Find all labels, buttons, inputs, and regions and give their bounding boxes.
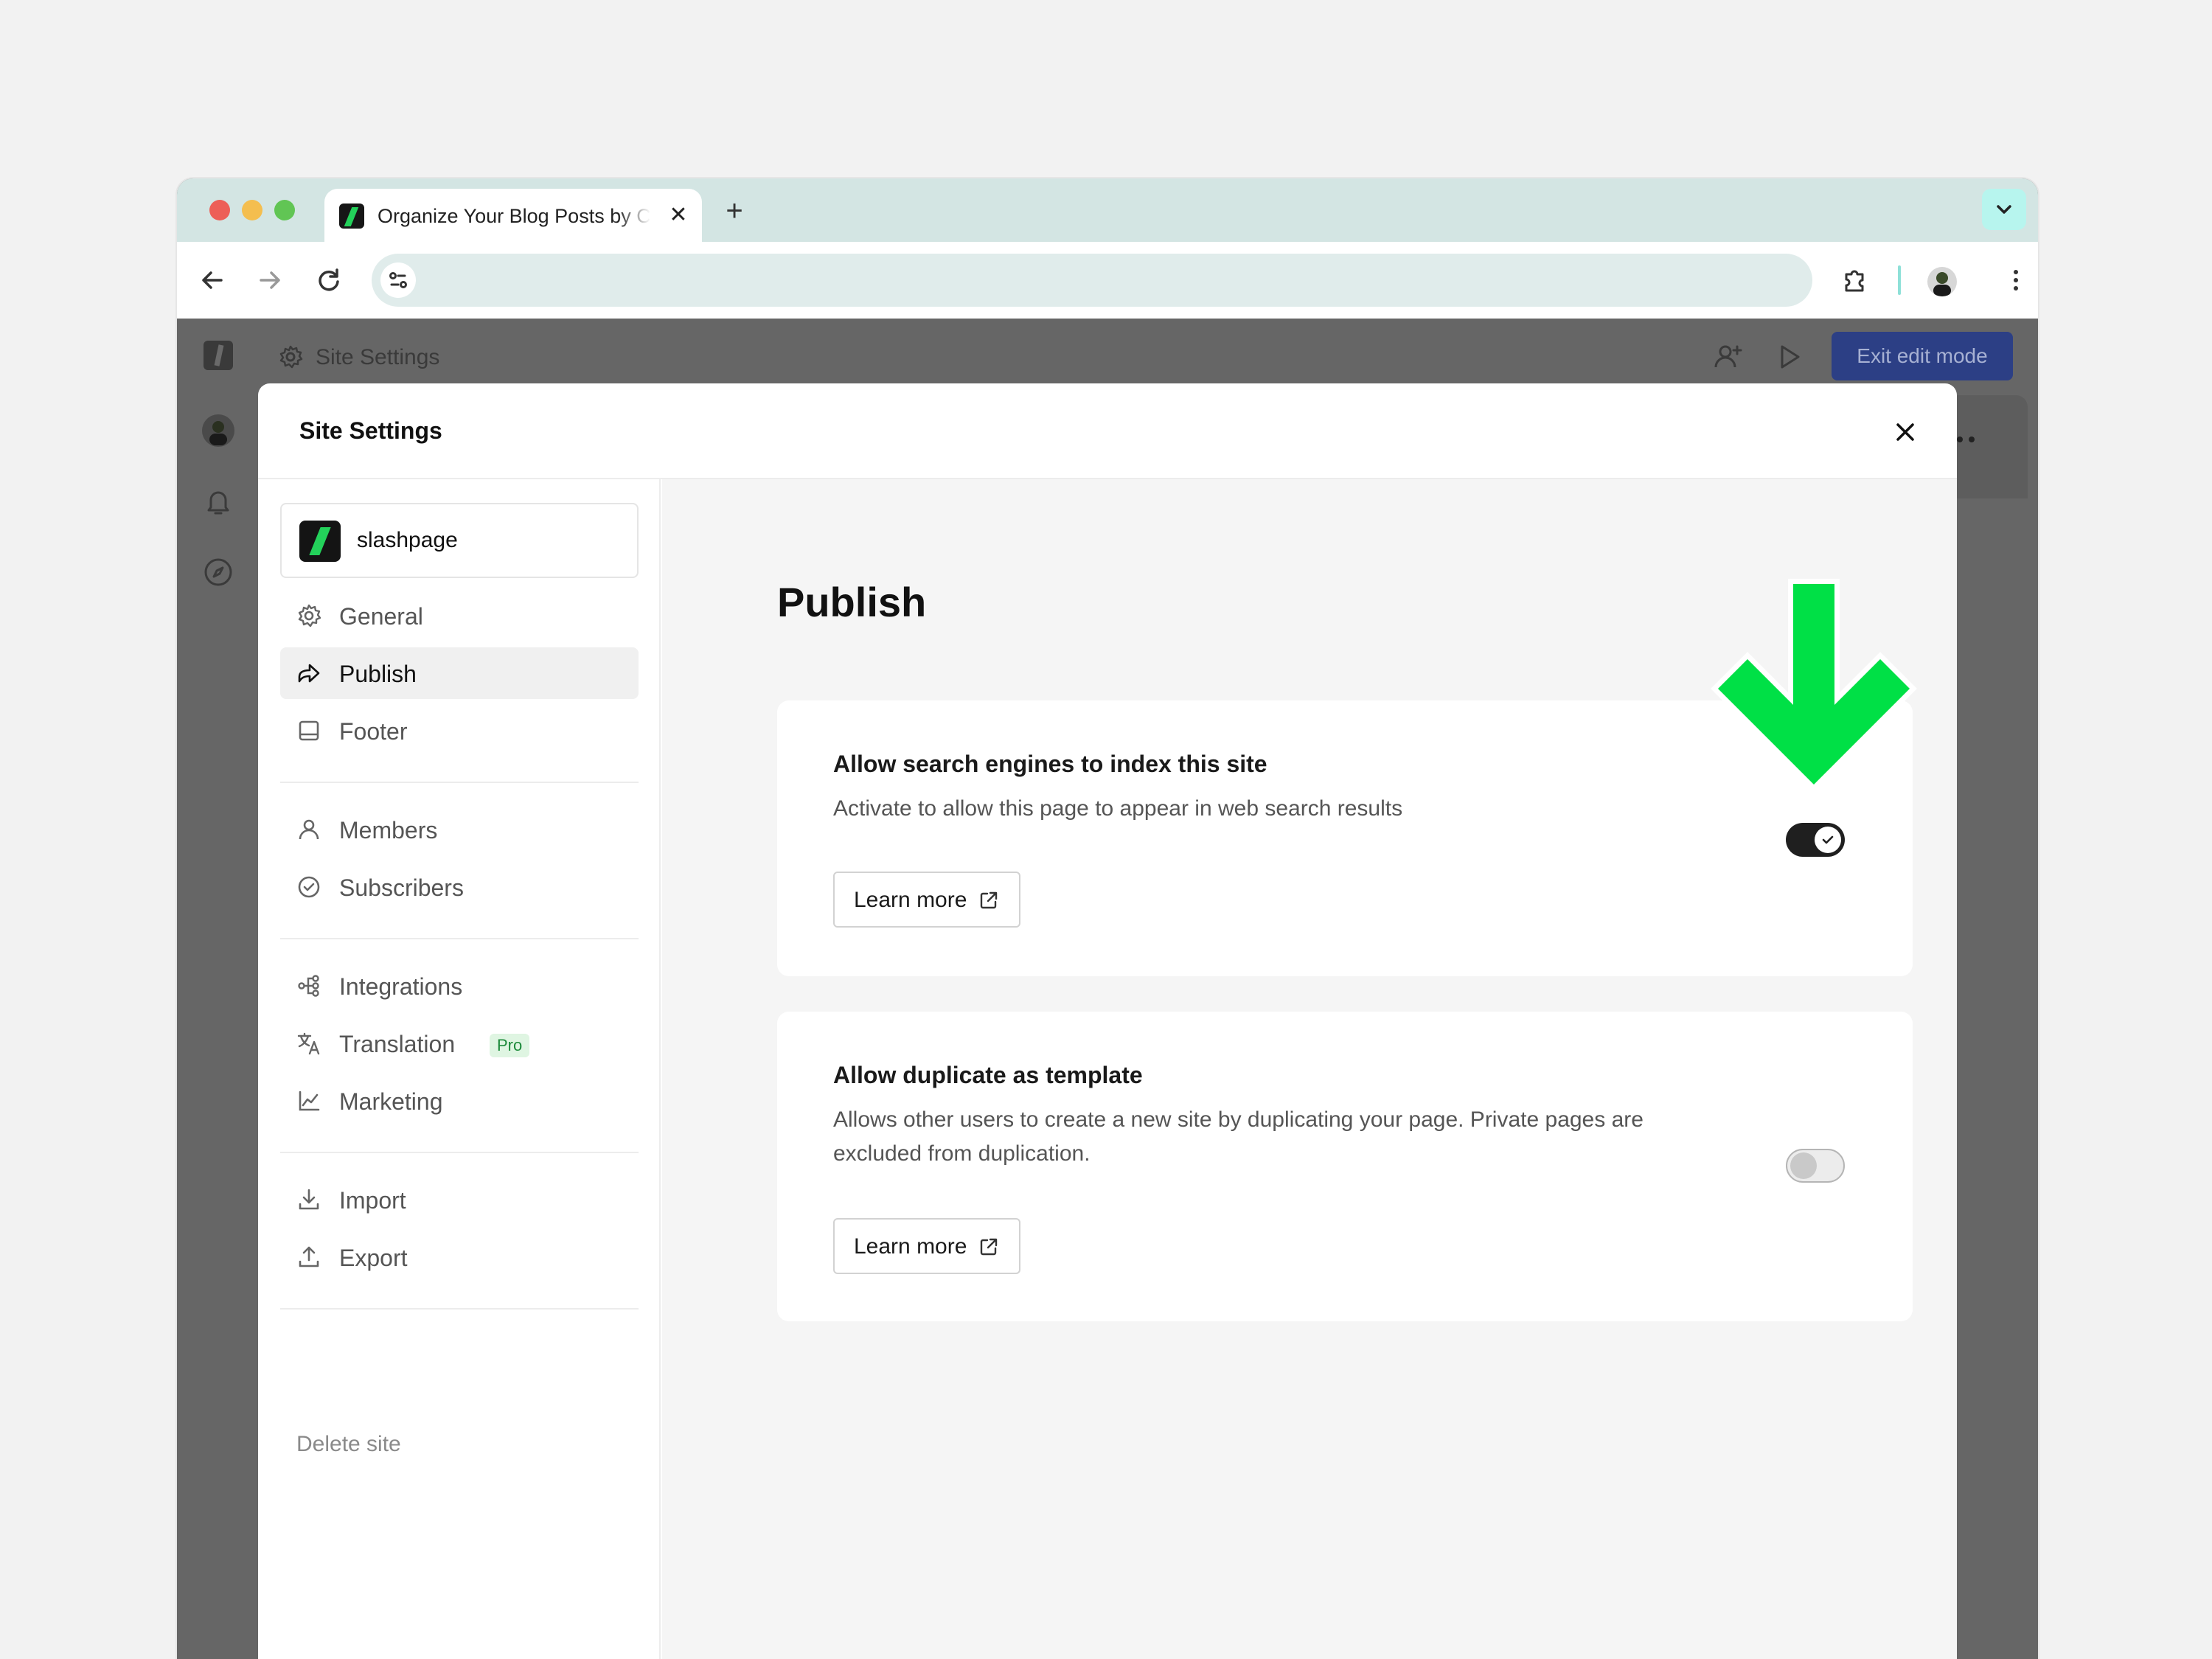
slashpage-favicon-icon	[339, 204, 364, 229]
translate-icon	[297, 1032, 320, 1055]
setting-title: Allow duplicate as template	[833, 1062, 1143, 1088]
sidebar-item-integrations[interactable]: Integrations	[280, 960, 639, 1012]
header-title: Site Settings	[316, 345, 440, 369]
sidebar-item-export[interactable]: Export	[280, 1231, 639, 1283]
sidebar-item-members[interactable]: Members	[280, 804, 639, 855]
sidebar-item-label: Publish	[339, 661, 417, 687]
play-icon[interactable]	[1773, 341, 1805, 373]
toggle-knob	[1815, 827, 1841, 853]
modal-header: Site Settings	[258, 383, 1957, 479]
background-page-card	[1947, 395, 2028, 498]
upload-icon	[299, 1246, 319, 1267]
external-link-icon	[980, 1238, 998, 1256]
duplicate-template-toggle[interactable]	[1786, 1149, 1845, 1183]
add-person-icon[interactable]	[1712, 341, 1745, 373]
settings-sidebar: slashpage General Publish Footer Members…	[258, 479, 661, 1659]
site-info-button[interactable]	[380, 262, 416, 298]
close-icon[interactable]	[1889, 416, 1921, 448]
learn-more-button[interactable]: Learn more	[833, 872, 1020, 928]
setting-description: Activate to allow this page to appear in…	[833, 796, 1403, 821]
sidebar-divider	[280, 1308, 639, 1310]
chevron-down-icon	[1997, 205, 2011, 214]
sidebar-item-subscribers[interactable]: Subscribers	[280, 861, 639, 913]
close-window-button[interactable]	[209, 200, 230, 220]
toggle-knob	[1790, 1152, 1817, 1179]
sidebar-item-label: Translation	[339, 1031, 456, 1057]
download-icon	[299, 1189, 319, 1210]
external-link-icon	[980, 891, 998, 909]
address-bar[interactable]	[372, 254, 1812, 307]
check-icon	[1822, 835, 1834, 844]
sidebar-item-label: Integrations	[339, 973, 463, 1000]
modal-title: Site Settings	[299, 417, 442, 444]
duplicate-template-setting-card: Allow duplicate as template Allows other…	[777, 1012, 1913, 1321]
integrations-icon	[298, 975, 319, 997]
check-circle-icon	[298, 876, 320, 898]
forward-arrow-icon[interactable]	[254, 264, 286, 296]
sidebar-item-translation[interactable]: Translation Pro	[280, 1018, 639, 1069]
tab-title: Organize Your Blog Posts by Category	[378, 205, 650, 227]
tab-search-button[interactable]	[1982, 189, 2026, 230]
footer-layout-icon	[299, 720, 319, 741]
setting-description: Allows other users to create a new site …	[833, 1107, 1644, 1166]
more-vertical-icon[interactable]	[2000, 264, 2032, 296]
sidebar-item-label: General	[339, 603, 423, 630]
sidebar-item-label: Footer	[339, 718, 408, 745]
slashpage-logo-icon	[299, 521, 341, 562]
tab-strip: Organize Your Blog Posts by Category ✕ +	[177, 178, 2038, 242]
delete-site-link[interactable]: Delete site	[296, 1432, 401, 1457]
site-settings-modal: Site Settings slashpage General Publish …	[258, 383, 1957, 1659]
site-selector[interactable]: slashpage	[280, 503, 639, 578]
sidebar-divider	[280, 782, 639, 783]
pro-badge: Pro	[490, 1034, 530, 1057]
page-title: Publish	[777, 579, 927, 625]
avatar-icon	[1933, 272, 1951, 296]
sidebar-item-label: Members	[339, 817, 438, 844]
extensions-puzzle-icon[interactable]	[1839, 264, 1871, 296]
learn-more-label: Learn more	[854, 888, 967, 912]
slashpage-logo-icon[interactable]	[201, 338, 236, 373]
sidebar-item-import[interactable]: Import	[280, 1174, 639, 1225]
person-icon	[299, 819, 319, 840]
tab-close-icon[interactable]: ✕	[665, 202, 692, 229]
browser-toolbar	[177, 242, 2038, 319]
setting-title: Allow search engines to index this site	[833, 751, 1267, 777]
gear-icon	[298, 604, 321, 627]
learn-more-button[interactable]: Learn more	[833, 1218, 1020, 1274]
maximize-window-button[interactable]	[274, 200, 295, 220]
sidebar-divider	[280, 938, 639, 939]
reload-icon[interactable]	[313, 264, 345, 296]
new-tab-button[interactable]: +	[720, 196, 749, 226]
site-name: slashpage	[357, 528, 458, 552]
tune-icon	[389, 272, 407, 288]
annotation-arrow-down-icon	[1711, 579, 1917, 792]
share-arrow-icon	[298, 664, 320, 683]
sidebar-item-footer[interactable]: Footer	[280, 705, 639, 757]
sidebar-divider	[280, 1152, 639, 1153]
gear-icon	[279, 345, 303, 369]
toolbar-separator	[1898, 265, 1901, 295]
sidebar-item-label: Marketing	[339, 1088, 443, 1115]
chart-line-icon	[299, 1091, 320, 1111]
sidebar-item-label: Subscribers	[339, 874, 464, 901]
sidebar-item-marketing[interactable]: Marketing	[280, 1075, 639, 1127]
sidebar-item-label: Export	[339, 1245, 408, 1271]
sidebar-item-general[interactable]: General	[280, 590, 639, 641]
learn-more-label: Learn more	[854, 1234, 967, 1259]
bell-icon[interactable]	[201, 484, 236, 519]
search-index-toggle[interactable]	[1786, 823, 1845, 857]
sidebar-item-publish[interactable]: Publish	[280, 647, 639, 699]
user-avatar-icon[interactable]	[201, 413, 236, 448]
profile-avatar[interactable]	[1927, 267, 1957, 296]
back-arrow-icon[interactable]	[196, 264, 229, 296]
browser-tab[interactable]: Organize Your Blog Posts by Category ✕	[324, 189, 702, 242]
compass-icon[interactable]	[201, 554, 236, 590]
app-header: Site Settings Exit edit mode	[177, 319, 2038, 392]
minimize-window-button[interactable]	[242, 200, 262, 220]
sidebar-item-label: Import	[339, 1187, 406, 1214]
exit-edit-mode-button[interactable]: Exit edit mode	[1832, 332, 2013, 380]
